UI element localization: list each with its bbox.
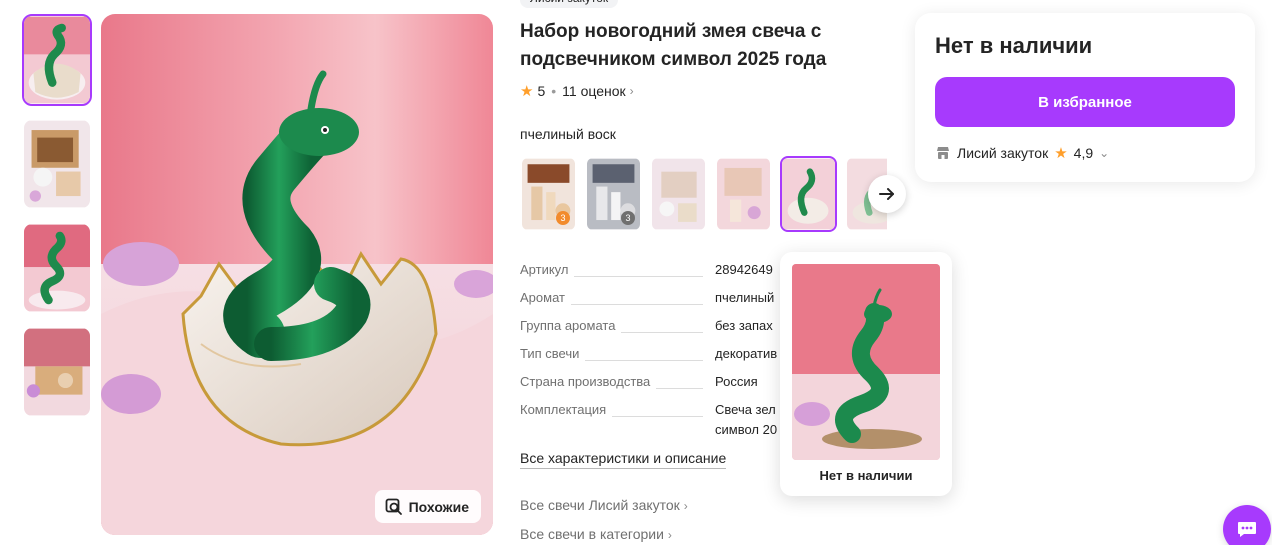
seller-name: Лисий закуток: [957, 145, 1049, 161]
star-icon: ★: [1054, 145, 1068, 162]
thumbnail-image: [24, 224, 90, 312]
spec-row: Аромат пчелиный: [520, 290, 820, 318]
spec-row: Страна производства Россия: [520, 374, 820, 402]
variant-label: пчелиный воск: [520, 126, 616, 142]
variant-image: [782, 158, 835, 230]
thumbnail-image: [24, 120, 90, 208]
spec-key: Страна производства: [520, 374, 657, 389]
chevron-down-icon: ⌄: [1099, 146, 1110, 160]
thumbnail-snake-candle[interactable]: [22, 222, 92, 314]
store-icon: [937, 147, 949, 159]
variant-candles-set-orange[interactable]: 3: [520, 156, 577, 232]
spec-key: Комплектация: [520, 402, 613, 417]
chat-button[interactable]: [1223, 505, 1271, 545]
thumbnail-box-with-logo[interactable]: [22, 326, 92, 418]
chat-icon: [1238, 522, 1256, 537]
spec-key: Группа аромата: [520, 318, 622, 333]
variant-preview-image: [792, 264, 940, 460]
spec-value: 28942649: [715, 262, 773, 277]
buy-box: Нет в наличии В избранное Лисий закуток …: [915, 13, 1255, 182]
variant-image: [652, 158, 705, 230]
spec-value: декоратив: [715, 346, 778, 361]
stock-status: Нет в наличии: [935, 33, 1093, 58]
arrow-right-icon: [879, 188, 894, 200]
thumbnail-snake-in-egg[interactable]: [22, 14, 92, 106]
variant-gift-box[interactable]: [650, 156, 707, 232]
all-seller-candles-label: Все свечи Лисий закуток: [520, 497, 680, 513]
similar-label: Похожие: [408, 498, 469, 515]
spec-row: Тип свечи декоратив: [520, 346, 820, 374]
variant-preview-popup: Нет в наличии: [780, 252, 952, 496]
product-title: Набор новогодний змея свеча с подсвечник…: [520, 21, 827, 70]
variant-candles-box[interactable]: [715, 156, 772, 232]
rating-row[interactable]: ★ 5 • 11 оценок ›: [520, 82, 634, 100]
similar-search-icon: [385, 498, 402, 515]
variant-carousel: 3 3: [520, 156, 887, 232]
spec-value: без запах: [715, 318, 773, 333]
chevron-right-icon: ›: [629, 84, 634, 98]
spec-value: пчелиный: [715, 290, 775, 305]
variants-next-button[interactable]: [868, 175, 906, 213]
variant-image: [717, 158, 770, 230]
chevron-right-icon: ›: [667, 528, 672, 542]
all-category-candles-label: Все свечи в категории: [520, 526, 664, 542]
spec-key: Тип свечи: [520, 346, 586, 361]
spec-value: Россия: [715, 374, 758, 389]
chevron-right-icon: ›: [683, 499, 688, 513]
rating-value: 5: [537, 83, 546, 99]
thumbnail-gift-box[interactable]: [22, 118, 92, 210]
variant-candles-set-grey[interactable]: 3: [585, 156, 642, 232]
preview-stock-label: Нет в наличии: [819, 468, 913, 483]
variant-snake-in-egg[interactable]: [780, 156, 837, 232]
thumbnail-image: [24, 16, 90, 104]
spec-row: Группа аромата без запах: [520, 318, 820, 346]
variant-badge: 3: [621, 211, 635, 225]
star-icon: ★: [520, 83, 534, 100]
all-seller-candles-link[interactable]: Все свечи Лисий закуток ›: [520, 497, 688, 513]
snake-candle-preview: [792, 264, 940, 460]
reviews-count: 11 оценок: [562, 83, 626, 99]
specs-table: Артикул 28942649 Аромат пчелиный Группа …: [520, 262, 820, 442]
add-to-favorites-button[interactable]: В избранное: [935, 77, 1235, 127]
variant-badge: 3: [556, 211, 570, 225]
seller-rating: 4,9: [1073, 145, 1094, 161]
seller-row[interactable]: Лисий закуток ★ 4,9 ⌄: [935, 144, 1109, 162]
snake-candle-image: [101, 14, 493, 535]
all-specs-link[interactable]: Все характеристики и описание: [520, 450, 727, 469]
spec-value: Свеча зел символ 20: [715, 402, 778, 437]
all-category-candles-link[interactable]: Все свечи в категории ›: [520, 526, 672, 542]
brand-chip[interactable]: Лисий закуток: [520, 0, 619, 8]
spec-key: Аромат: [520, 290, 571, 305]
separator-dot: •: [551, 83, 557, 99]
thumbnail-image: [24, 328, 90, 416]
spec-row: Артикул 28942649: [520, 262, 820, 290]
thumbnail-list: [22, 14, 92, 430]
spec-row: Комплектация Свеча зел символ 20: [520, 402, 820, 442]
similar-button[interactable]: Похожие: [374, 490, 481, 523]
main-product-photo[interactable]: Похожие: [101, 14, 493, 535]
spec-key: Артикул: [520, 262, 575, 277]
